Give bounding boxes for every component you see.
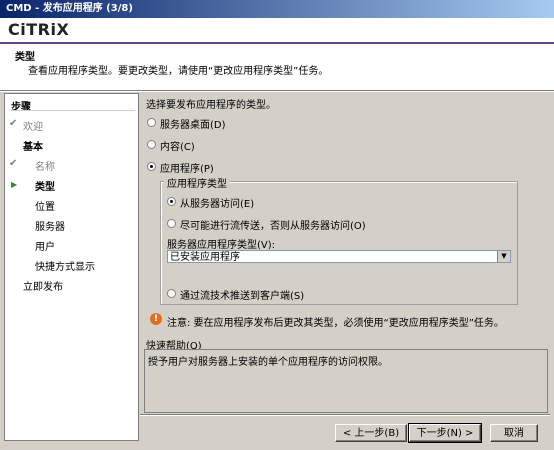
header-accent-line — [0, 42, 554, 44]
content-radio[interactable] — [147, 140, 156, 149]
nav-item-servers[interactable]: 服务器 — [35, 218, 65, 233]
server-app-type-value: 已安装应用程序 — [170, 252, 240, 263]
server-app-type-label: 服务器应用程序类型(V): — [167, 240, 276, 251]
stream-to-client-radio[interactable] — [167, 289, 176, 298]
next-button[interactable]: 下一步(N) > — [408, 423, 482, 443]
nav-item-shortcut-display[interactable]: 快捷方式显示 — [35, 258, 95, 273]
application-type-group-title: 应用程序类型 — [164, 175, 230, 190]
nav-item-location[interactable]: 位置 — [35, 198, 55, 213]
server-app-type-dropdown[interactable]: 已安装应用程序 ▼ — [167, 250, 511, 263]
check-icon: ✔ — [9, 158, 18, 169]
stream-if-possible-radio[interactable] — [167, 219, 176, 228]
stream-to-client-label[interactable]: 通过流技术推送到客户端(S) — [180, 287, 304, 302]
access-from-server-label[interactable]: 从服务器访问(E) — [180, 195, 254, 210]
current-step-arrow-icon: ▶ — [11, 180, 18, 189]
cancel-button[interactable]: 取消 — [490, 424, 538, 442]
steps-heading-divider — [11, 110, 135, 111]
server-desktop-radio[interactable] — [147, 118, 156, 127]
citrix-logo: CiTRiX — [8, 20, 70, 39]
footer-divider-highlight — [140, 415, 550, 416]
check-icon: ✔ — [9, 118, 18, 129]
page-description: 查看应用程序类型。要更改类型，请使用“更改应用程序类型”任务。 — [28, 66, 329, 77]
nav-item-name[interactable]: 名称 — [35, 158, 55, 173]
stream-if-possible-label[interactable]: 尽可能进行流传送，否则从服务器访问(O) — [180, 217, 366, 232]
type-change-note: 注意: 要在应用程序发布后更改其类型，必须使用“更改应用程序类型”任务。 — [167, 318, 504, 329]
warning-icon: ! — [150, 313, 162, 325]
page-title: 类型 — [15, 52, 35, 63]
nav-item-type[interactable]: 类型 — [35, 178, 55, 193]
nav-item-users[interactable]: 用户 — [35, 238, 55, 253]
access-from-server-radio[interactable] — [167, 197, 176, 206]
back-button[interactable]: < 上一步(B) — [335, 424, 407, 442]
application-radio[interactable] — [147, 162, 156, 171]
main-content: 选择要发布应用程序的类型。 服务器桌面(D) 内容(C) 应用程序(P) 应用程… — [140, 93, 550, 413]
server-desktop-label[interactable]: 服务器桌面(D) — [160, 116, 226, 131]
quick-help-panel: 授予用户对服务器上安装的单个应用程序的访问权限。 — [144, 349, 548, 413]
steps-panel: 步骤 ✔ 欢迎 基本 ✔ 名称 ▶ 类型 位置 服务器 用户 快捷方式显示 立即… — [4, 93, 139, 441]
application-label[interactable]: 应用程序(P) — [160, 160, 214, 175]
header-divider-highlight — [0, 91, 554, 92]
type-prompt: 选择要发布应用程序的类型。 — [146, 100, 276, 111]
nav-item-basic[interactable]: 基本 — [23, 138, 43, 153]
title-bar: CMD - 发布应用程序 (3/8) — [0, 0, 554, 18]
chevron-down-icon[interactable]: ▼ — [497, 251, 510, 262]
header-panel — [0, 18, 554, 90]
window-title: CMD - 发布应用程序 (3/8) — [6, 3, 133, 14]
nav-item-welcome[interactable]: 欢迎 — [23, 118, 43, 133]
quick-help-text: 授予用户对服务器上安装的单个应用程序的访问权限。 — [148, 357, 388, 368]
content-label[interactable]: 内容(C) — [160, 138, 195, 153]
nav-item-publish-now[interactable]: 立即发布 — [23, 278, 63, 293]
